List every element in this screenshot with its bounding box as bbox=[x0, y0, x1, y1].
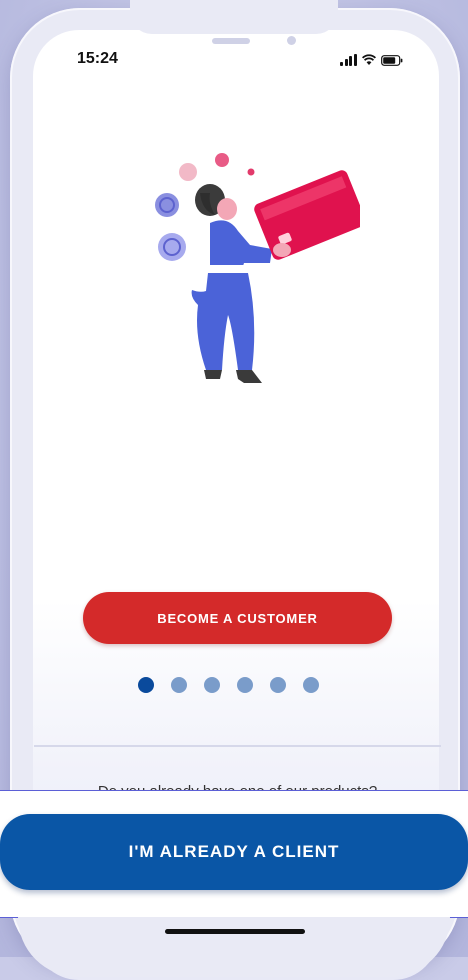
page-dot[interactable] bbox=[171, 677, 187, 693]
divider bbox=[34, 745, 441, 747]
status-time: 15:24 bbox=[77, 50, 118, 67]
already-client-button[interactable]: I'M ALREADY A CLIENT bbox=[0, 814, 468, 890]
speaker bbox=[212, 38, 250, 44]
home-indicator[interactable] bbox=[165, 929, 305, 934]
battery-icon bbox=[380, 55, 402, 66]
phone-bottom-frame bbox=[18, 917, 450, 977]
become-customer-label: BECOME A CUSTOMER bbox=[157, 610, 318, 626]
page-indicator bbox=[138, 677, 319, 693]
onboarding-illustration bbox=[155, 153, 360, 383]
status-icons bbox=[340, 52, 403, 66]
page-dot[interactable] bbox=[303, 677, 319, 693]
wifi-icon bbox=[361, 54, 376, 65]
front-camera bbox=[287, 36, 296, 45]
page-dot[interactable] bbox=[138, 677, 154, 693]
page-dot[interactable] bbox=[204, 677, 220, 693]
page-dot[interactable] bbox=[270, 677, 286, 693]
already-client-label: I'M ALREADY A CLIENT bbox=[128, 842, 340, 861]
notch bbox=[130, 0, 338, 34]
become-customer-button[interactable]: BECOME A CUSTOMER bbox=[83, 592, 392, 644]
page-dot[interactable] bbox=[237, 677, 253, 693]
signal-icon bbox=[340, 54, 357, 66]
